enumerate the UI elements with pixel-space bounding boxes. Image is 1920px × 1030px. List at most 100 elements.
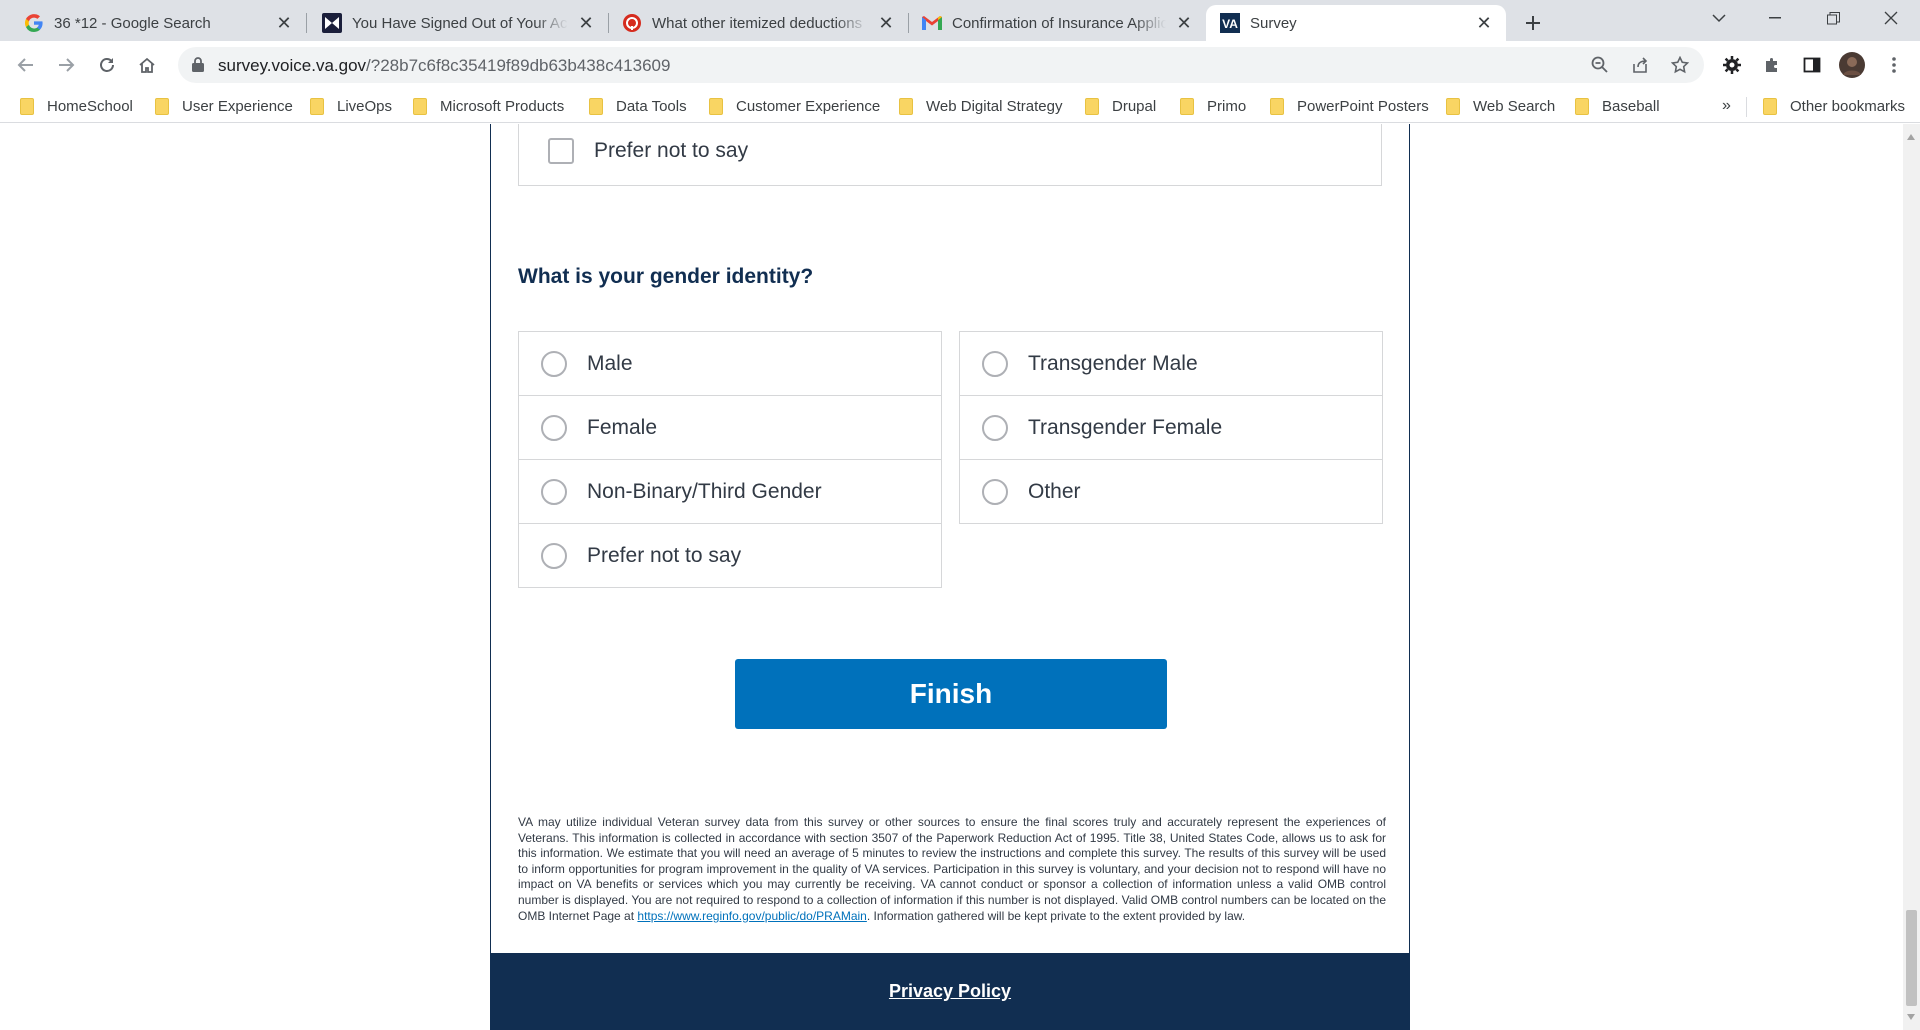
bookmark-customer-experience[interactable]: Customer Experience (709, 94, 880, 118)
close-tab-icon[interactable]: ✕ (876, 13, 896, 33)
option-prefer-not-to-say[interactable]: Prefer not to say (519, 524, 941, 588)
restore-button[interactable] (1808, 0, 1858, 36)
zoom-icon[interactable] (1588, 53, 1612, 77)
page-viewport: Prefer not to say What is your gender id… (0, 124, 1903, 1030)
option-other[interactable]: Other (960, 460, 1382, 524)
radio-button[interactable] (982, 479, 1008, 505)
bookmark-primo[interactable]: Primo (1180, 94, 1246, 118)
side-panel-icon (1803, 57, 1821, 73)
option-male[interactable]: Male (519, 332, 941, 396)
option-label: Transgender Male (1028, 352, 1198, 375)
extensions-button[interactable] (1758, 51, 1786, 79)
folder-icon (899, 97, 913, 115)
reload-button[interactable] (93, 51, 121, 79)
tab-search-button[interactable] (1694, 0, 1744, 36)
survey-card: Prefer not to say What is your gender id… (490, 124, 1410, 1030)
omb-link[interactable]: https://www.reginfo.gov/public/do/PRAMai… (637, 909, 866, 923)
close-tab-icon[interactable]: ✕ (1474, 13, 1494, 33)
privacy-policy-link[interactable]: Privacy Policy (889, 981, 1011, 1002)
disclaimer-text: VA may utilize individual Veteran survey… (518, 815, 1386, 923)
gear-icon (1723, 56, 1741, 74)
bookmark-other-bookmarks[interactable]: Other bookmarks (1763, 94, 1905, 118)
scroll-up-arrow-icon[interactable] (1907, 134, 1915, 140)
bookmark-powerpoint-posters[interactable]: PowerPoint Posters (1270, 94, 1429, 118)
tab-insurance-confirmation[interactable]: Confirmation of Insurance Application ✕ (908, 5, 1206, 41)
close-window-button[interactable] (1866, 0, 1916, 36)
tab-title: Survey (1250, 14, 1297, 32)
option-prefer-not-to-say-prev[interactable]: Prefer not to say (519, 124, 1381, 183)
folder-icon (1575, 97, 1589, 115)
option-label: Male (587, 352, 633, 375)
forward-button[interactable] (52, 51, 80, 79)
minimize-icon (1769, 17, 1781, 19)
side-panel-button[interactable] (1798, 51, 1826, 79)
share-icon[interactable] (1628, 53, 1652, 77)
vertical-scrollbar[interactable] (1903, 124, 1920, 1030)
chevron-down-icon (1712, 14, 1726, 23)
kebab-menu-icon (1892, 57, 1896, 73)
checkbox[interactable] (548, 138, 574, 164)
url-text: survey.voice.va.gov/?28b7c6f8c35419f89db… (218, 56, 670, 76)
minimize-button[interactable] (1750, 0, 1800, 36)
option-transgender-male[interactable]: Transgender Male (960, 332, 1382, 396)
tab-survey[interactable]: VA Survey ✕ (1206, 5, 1506, 41)
folder-icon (709, 97, 723, 115)
new-tab-button[interactable] (1519, 9, 1547, 37)
radio-button[interactable] (541, 479, 567, 505)
bookmark-web-search[interactable]: Web Search (1446, 94, 1555, 118)
bookmark-user-experience[interactable]: User Experience (155, 94, 293, 118)
option-non-binary[interactable]: Non-Binary/Third Gender (519, 460, 941, 524)
scrollbar-thumb[interactable] (1906, 910, 1917, 1006)
close-tab-icon[interactable]: ✕ (1174, 13, 1194, 33)
option-transgender-female[interactable]: Transgender Female (960, 396, 1382, 460)
folder-icon (1446, 97, 1460, 115)
bookmark-homeschool[interactable]: HomeSchool (20, 94, 133, 118)
back-button[interactable] (12, 51, 40, 79)
tab-google-search[interactable]: 36 *12 - Google Search ✕ (0, 5, 306, 41)
tab-strip: 36 *12 - Google Search ✕ You Have Signed… (0, 0, 1920, 41)
close-tab-icon[interactable]: ✕ (576, 13, 596, 33)
bookmark-drupal[interactable]: Drupal (1085, 94, 1156, 118)
folder-icon (1180, 97, 1194, 115)
folder-icon (155, 97, 169, 115)
scroll-down-arrow-icon[interactable] (1907, 1014, 1915, 1020)
radio-button[interactable] (541, 351, 567, 377)
bookmark-liveops[interactable]: LiveOps (310, 94, 392, 118)
more-bookmarks-button[interactable]: » (1722, 97, 1731, 115)
menu-button[interactable] (1880, 51, 1908, 79)
browser-toolbar: survey.voice.va.gov/?28b7c6f8c35419f89db… (0, 41, 1920, 89)
bookmark-label: Data Tools (616, 97, 687, 115)
tab-itemized-deductions[interactable]: What other itemized deductions ✕ (608, 5, 908, 41)
address-bar[interactable]: survey.voice.va.gov/?28b7c6f8c35419f89db… (178, 47, 1704, 83)
bookmark-microsoft-products[interactable]: Microsoft Products (413, 94, 564, 118)
option-label: Transgender Female (1028, 416, 1223, 439)
close-tab-icon[interactable]: ✕ (274, 13, 294, 33)
plus-icon (1526, 16, 1540, 30)
reload-icon (100, 58, 114, 72)
radio-button[interactable] (982, 415, 1008, 441)
radio-button[interactable] (541, 415, 567, 441)
signout-icon (322, 13, 342, 33)
option-label: Prefer not to say (594, 139, 749, 162)
finish-button[interactable]: Finish (735, 659, 1167, 729)
bookmark-data-tools[interactable]: Data Tools (589, 94, 687, 118)
restore-icon (1826, 11, 1840, 24)
google-icon (24, 13, 44, 33)
bookmark-baseball[interactable]: Baseball (1575, 94, 1660, 118)
tab-title: What other itemized deductions (652, 14, 863, 32)
tab-signed-out[interactable]: You Have Signed Out of Your Account ✕ (306, 5, 608, 41)
va-icon: VA (1220, 13, 1240, 33)
bookmark-separator (1746, 97, 1747, 117)
help-icon (622, 13, 642, 33)
radio-button[interactable] (541, 543, 567, 569)
home-button[interactable] (133, 51, 161, 79)
option-female[interactable]: Female (519, 396, 941, 460)
bookmark-star-icon[interactable] (1668, 53, 1692, 77)
profile-button[interactable] (1838, 51, 1866, 79)
options-right-column: Transgender Male Transgender Female Othe… (959, 331, 1383, 524)
extension-button[interactable] (1718, 51, 1746, 79)
option-label: Other (1028, 480, 1081, 503)
bookmark-web-digital-strategy[interactable]: Web Digital Strategy (899, 94, 1062, 118)
bookmark-label: User Experience (182, 97, 293, 115)
radio-button[interactable] (982, 351, 1008, 377)
